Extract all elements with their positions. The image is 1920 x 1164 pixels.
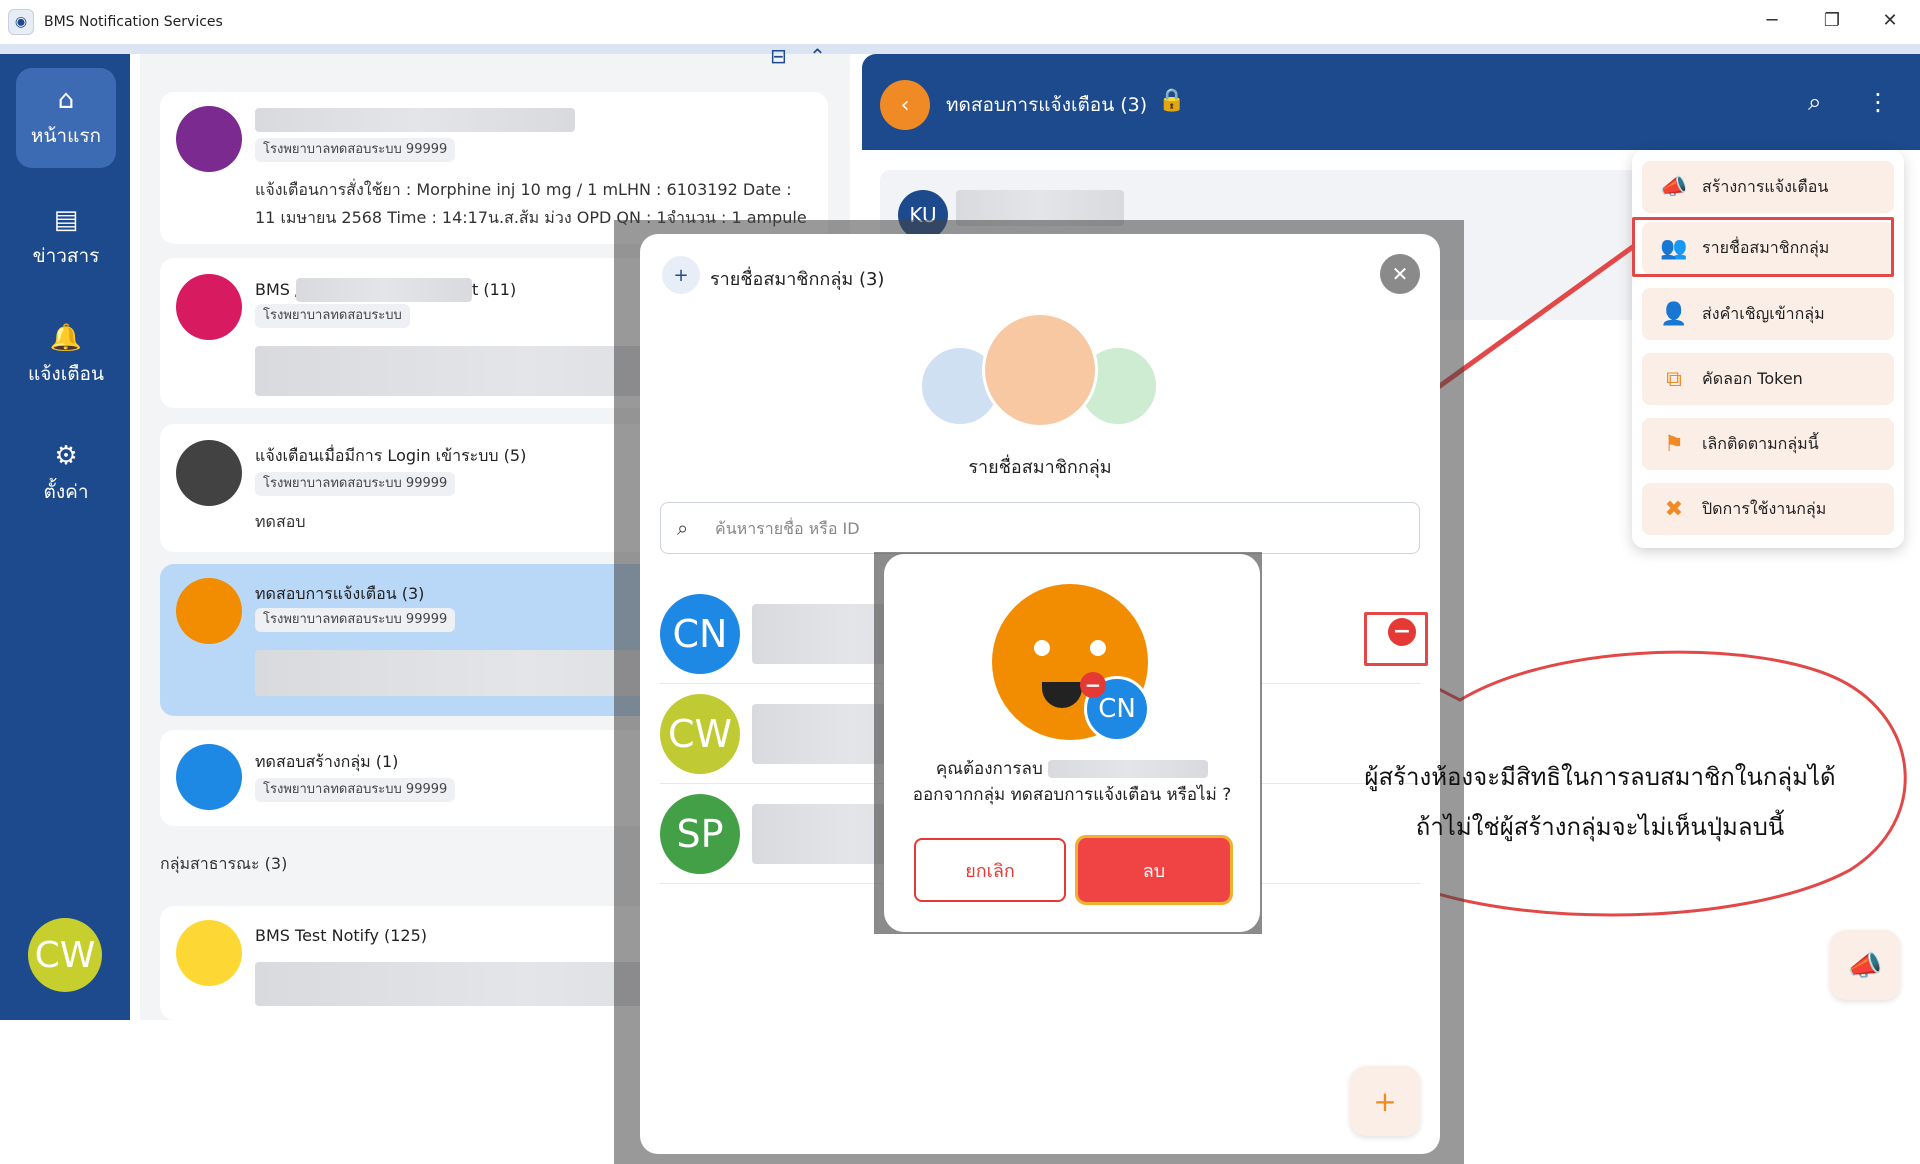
member-search-box: ⌕ bbox=[660, 502, 1420, 554]
add-user-icon: + bbox=[1373, 1084, 1397, 1118]
confirm-message: คุณต้องการลบ ออกจากกลุ่ม ทดสอบการแจ้งเตื… bbox=[896, 756, 1248, 808]
cancel-button[interactable]: ยกเลิก bbox=[914, 838, 1066, 902]
avatar-eye bbox=[1090, 640, 1106, 656]
search-icon: ⌕ bbox=[677, 516, 689, 540]
callout-line2: ถ้าไม่ใช่ผู้สร้างกลุ่มจะไม่เห็นปุ่มลบนี้ bbox=[1415, 813, 1785, 841]
modal-title: รายชื่อสมาชิกกลุ่ม (3) bbox=[710, 269, 885, 290]
avatar-eye bbox=[1034, 640, 1050, 656]
member-avatar: SP bbox=[660, 794, 740, 874]
members-illustration bbox=[920, 312, 1160, 432]
member-illustration-center bbox=[982, 312, 1098, 428]
avatar-mouth bbox=[1042, 682, 1082, 708]
close-modal-button[interactable]: ✕ bbox=[1380, 254, 1420, 294]
close-icon: ✕ bbox=[1391, 262, 1409, 286]
callout-note: ผู้สร้างห้องจะมีสิทธิในการลบสมาชิกในกลุ่… bbox=[1310, 752, 1890, 852]
delete-button[interactable]: ลบ bbox=[1075, 835, 1233, 905]
minus-icon: − bbox=[1080, 672, 1106, 698]
confirm-line1: คุณต้องการลบ bbox=[896, 756, 1248, 782]
confirm-line2: ออกจากกลุ่ม ทดสอบการแจ้งเตือน หรือไม่ ? bbox=[912, 785, 1232, 805]
add-member-button[interactable]: + bbox=[1350, 1066, 1420, 1136]
highlight-box-remove bbox=[1364, 612, 1428, 666]
blurred-member-name bbox=[1048, 760, 1209, 778]
members-subtitle: รายชื่อสมาชิกกลุ่ม bbox=[968, 457, 1112, 478]
member-search-input[interactable] bbox=[715, 513, 1395, 543]
member-avatar: CW bbox=[660, 694, 740, 774]
confirm-line1-text: คุณต้องการลบ bbox=[935, 759, 1043, 779]
create-notification-fab[interactable]: 📣 bbox=[1830, 930, 1900, 1000]
chat-plus-icon: + bbox=[662, 256, 700, 294]
megaphone-icon: 📣 bbox=[1847, 948, 1883, 982]
callout-line1: ผู้สร้างห้องจะมีสิทธิในการลบสมาชิกในกลุ่… bbox=[1364, 763, 1836, 791]
member-avatar: CN bbox=[660, 594, 740, 674]
